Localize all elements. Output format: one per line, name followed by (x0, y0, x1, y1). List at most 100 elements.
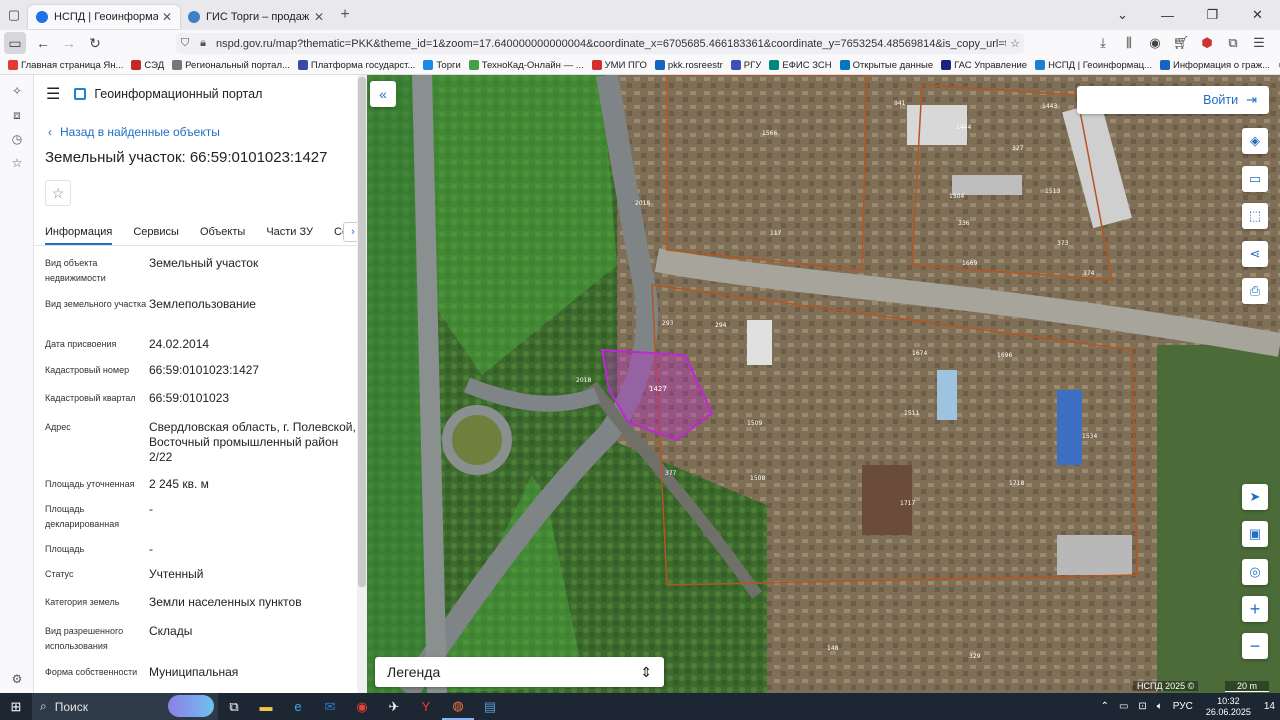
parcel-label: 148 (827, 645, 839, 652)
sidebar-settings-gear-icon[interactable]: ⚙ (0, 667, 34, 691)
login-button[interactable]: Войти ⇥ (1077, 86, 1269, 114)
restore-icon[interactable]: ❐ (1190, 0, 1235, 30)
browser-nav-bar: ▭ ← → ↻ ⛉ 🔒︎ nspd.gov.ru/map?thematic=PK… (0, 30, 1280, 56)
bookmark-item[interactable]: Торги (423, 60, 461, 71)
property-row: Вид земельного участка Землепользование (45, 297, 256, 311)
taskbar-search-box[interactable]: ⌕ Поиск (32, 693, 218, 720)
legend-dropdown[interactable]: Легенда ⇕ (375, 657, 664, 687)
parcel-label: 1509 (747, 420, 762, 427)
forward-arrow-icon[interactable]: → (56, 30, 82, 56)
downloads-icon[interactable]: ⤓ (1090, 30, 1116, 56)
locate-me-button[interactable]: ➤ (1242, 484, 1268, 510)
bookmark-item[interactable]: НСПД | Геоинформац... (1035, 60, 1152, 71)
sidebar-toggle-icon[interactable]: ▭ (4, 32, 26, 54)
bookmark-star-icon[interactable]: ☆ (1006, 37, 1024, 50)
word-document-icon[interactable]: ▤ (474, 693, 506, 720)
parcel-label: 2018 (576, 377, 591, 384)
bookmark-item[interactable]: СЭД (131, 60, 164, 71)
bookmark-item[interactable]: ЕФИС ЗСН (769, 60, 832, 71)
tab-services[interactable]: Сервисы (133, 226, 179, 245)
bookmark-item[interactable]: ГАС Управление (941, 60, 1027, 71)
bookmark-item[interactable]: Информация о граж... (1159, 60, 1270, 71)
history-icon[interactable]: ◷ (0, 127, 34, 151)
tab-menu-chevron-icon[interactable]: ⌄ (1100, 0, 1145, 30)
system-tray: ⌃ ▭ ⊡ 🔈︎ РУС 10:32 26.06.2025 14 (1096, 693, 1280, 720)
ruler-button[interactable]: ▭ (1242, 166, 1268, 192)
library-icon[interactable]: ⫼ (1116, 30, 1142, 56)
parcel-label: 1534 (1082, 433, 1097, 440)
remote-app-icon[interactable]: ✈ (378, 693, 410, 720)
torgi-favicon-icon (188, 11, 200, 23)
panel-scrollbar[interactable] (357, 75, 367, 693)
bookmark-item[interactable]: УМИ ПГО (591, 60, 647, 71)
volume-icon[interactable]: 🔈︎ (1157, 701, 1163, 712)
browser-tab-nspd[interactable]: НСПД | Геоинформационный п ✕ (28, 5, 180, 29)
reload-icon[interactable]: ↻ (82, 30, 108, 56)
file-explorer-icon[interactable]: ▬ (250, 693, 282, 720)
print-button[interactable]: ⎙ (1242, 278, 1268, 304)
yandex-browser-icon[interactable]: Y (410, 693, 442, 720)
ai-sparkle-icon[interactable]: ✧ (0, 79, 34, 103)
shield-icon[interactable]: ⛉ (176, 37, 194, 50)
close-window-icon[interactable]: ✕ (1235, 0, 1280, 30)
task-view-icon[interactable]: ⧉ (218, 693, 250, 720)
bookmark-item[interactable]: Главная страница Ян... (8, 60, 123, 71)
new-tab-button[interactable]: + (332, 6, 358, 24)
bookmark-item[interactable]: Региональный портал... (172, 60, 290, 71)
security-extension-icon[interactable]: ⬢ (1194, 30, 1220, 56)
notifications-badge[interactable]: 14 (1264, 701, 1275, 712)
extensions-icon[interactable]: ⧉ (1220, 30, 1246, 56)
url-text[interactable]: nspd.gov.ru/map?thematic=PKK&theme_id=1&… (212, 38, 1006, 50)
bookmarks-star-icon[interactable]: ☆ (0, 151, 34, 175)
tab-title: ГИС Торги – продажи государ (206, 11, 310, 23)
account-icon[interactable]: ◉ (1142, 30, 1168, 56)
taskbar-clock[interactable]: 10:32 26.06.2025 (1206, 696, 1251, 718)
layers-button[interactable]: ◈ (1242, 128, 1268, 154)
chrome-icon[interactable]: ◉ (346, 693, 378, 720)
hamburger-menu-icon[interactable]: ☰ (46, 84, 60, 104)
tab-objects[interactable]: Объекты (200, 226, 245, 245)
bookmark-item[interactable]: ТехноКад-Онлайн — ... (468, 60, 584, 71)
zoom-out-button[interactable]: − (1242, 633, 1268, 659)
select-area-button[interactable]: ⬚ (1242, 203, 1268, 229)
parcel-label: 373 (1057, 240, 1069, 247)
synced-tabs-icon[interactable]: ⧈ (0, 103, 34, 127)
windows-start-icon[interactable]: ⊞ (0, 693, 32, 720)
menu-icon[interactable]: ☰ (1246, 30, 1272, 56)
minimize-icon[interactable]: — (1145, 0, 1190, 30)
map-view[interactable]: 1427 2018 2018 293 294 1674 1696 1511 15… (367, 75, 1280, 693)
back-arrow-icon[interactable]: ← (30, 30, 56, 56)
bookmark-item[interactable]: Платформа государст... (297, 60, 415, 71)
language-indicator[interactable]: РУС (1173, 701, 1193, 712)
browser-tab-torgi[interactable]: ГИС Торги – продажи государ ✕ (180, 5, 332, 29)
property-row: Форма собственности Муниципальная (45, 665, 239, 679)
parcel-label: 294 (715, 322, 727, 329)
favorite-star-button[interactable]: ☆ (45, 180, 71, 206)
bookmark-item[interactable]: РГУ (730, 60, 761, 71)
geolocation-button[interactable]: ◎ (1242, 559, 1268, 585)
property-row: Вид разрешенного использования Склады (45, 624, 193, 651)
collapse-panel-button[interactable]: « (370, 81, 396, 107)
bookmark-item[interactable]: Открытые данные (839, 60, 933, 71)
outlook-icon[interactable]: ✉ (314, 693, 346, 720)
share-button[interactable]: ⋖ (1242, 241, 1268, 267)
back-to-results-link[interactable]: ‹ Назад в найденные объекты (48, 125, 367, 139)
close-tab-icon[interactable]: ✕ (162, 10, 172, 24)
parcel-label: 336 (958, 220, 970, 227)
close-tab-icon[interactable]: ✕ (314, 10, 324, 24)
firefox-icon[interactable]: ◍ (442, 693, 474, 720)
cart-extension-icon[interactable]: 🛒︎ (1168, 30, 1194, 56)
tray-chevron-icon[interactable]: ⌃ (1101, 701, 1109, 712)
address-bar[interactable]: ⛉ 🔒︎ nspd.gov.ru/map?thematic=PKK&theme_… (176, 33, 1024, 54)
tab-title: НСПД | Геоинформационный п (54, 11, 158, 23)
network-icon[interactable]: ⊡ (1138, 701, 1146, 712)
tab-information[interactable]: Информация (45, 226, 113, 245)
tab-parts[interactable]: Части ЗУ (266, 226, 313, 245)
battery-icon[interactable]: ▭ (1119, 701, 1128, 712)
basemap-button[interactable]: ▣ (1242, 521, 1268, 547)
bookmark-item[interactable]: pkk.rosreestr (654, 60, 723, 71)
tab-list-icon[interactable]: ▢ (0, 0, 28, 30)
edge-browser-icon[interactable]: e (282, 693, 314, 720)
zoom-in-button[interactable]: + (1242, 596, 1268, 622)
lock-icon[interactable]: 🔒︎ (194, 37, 212, 50)
